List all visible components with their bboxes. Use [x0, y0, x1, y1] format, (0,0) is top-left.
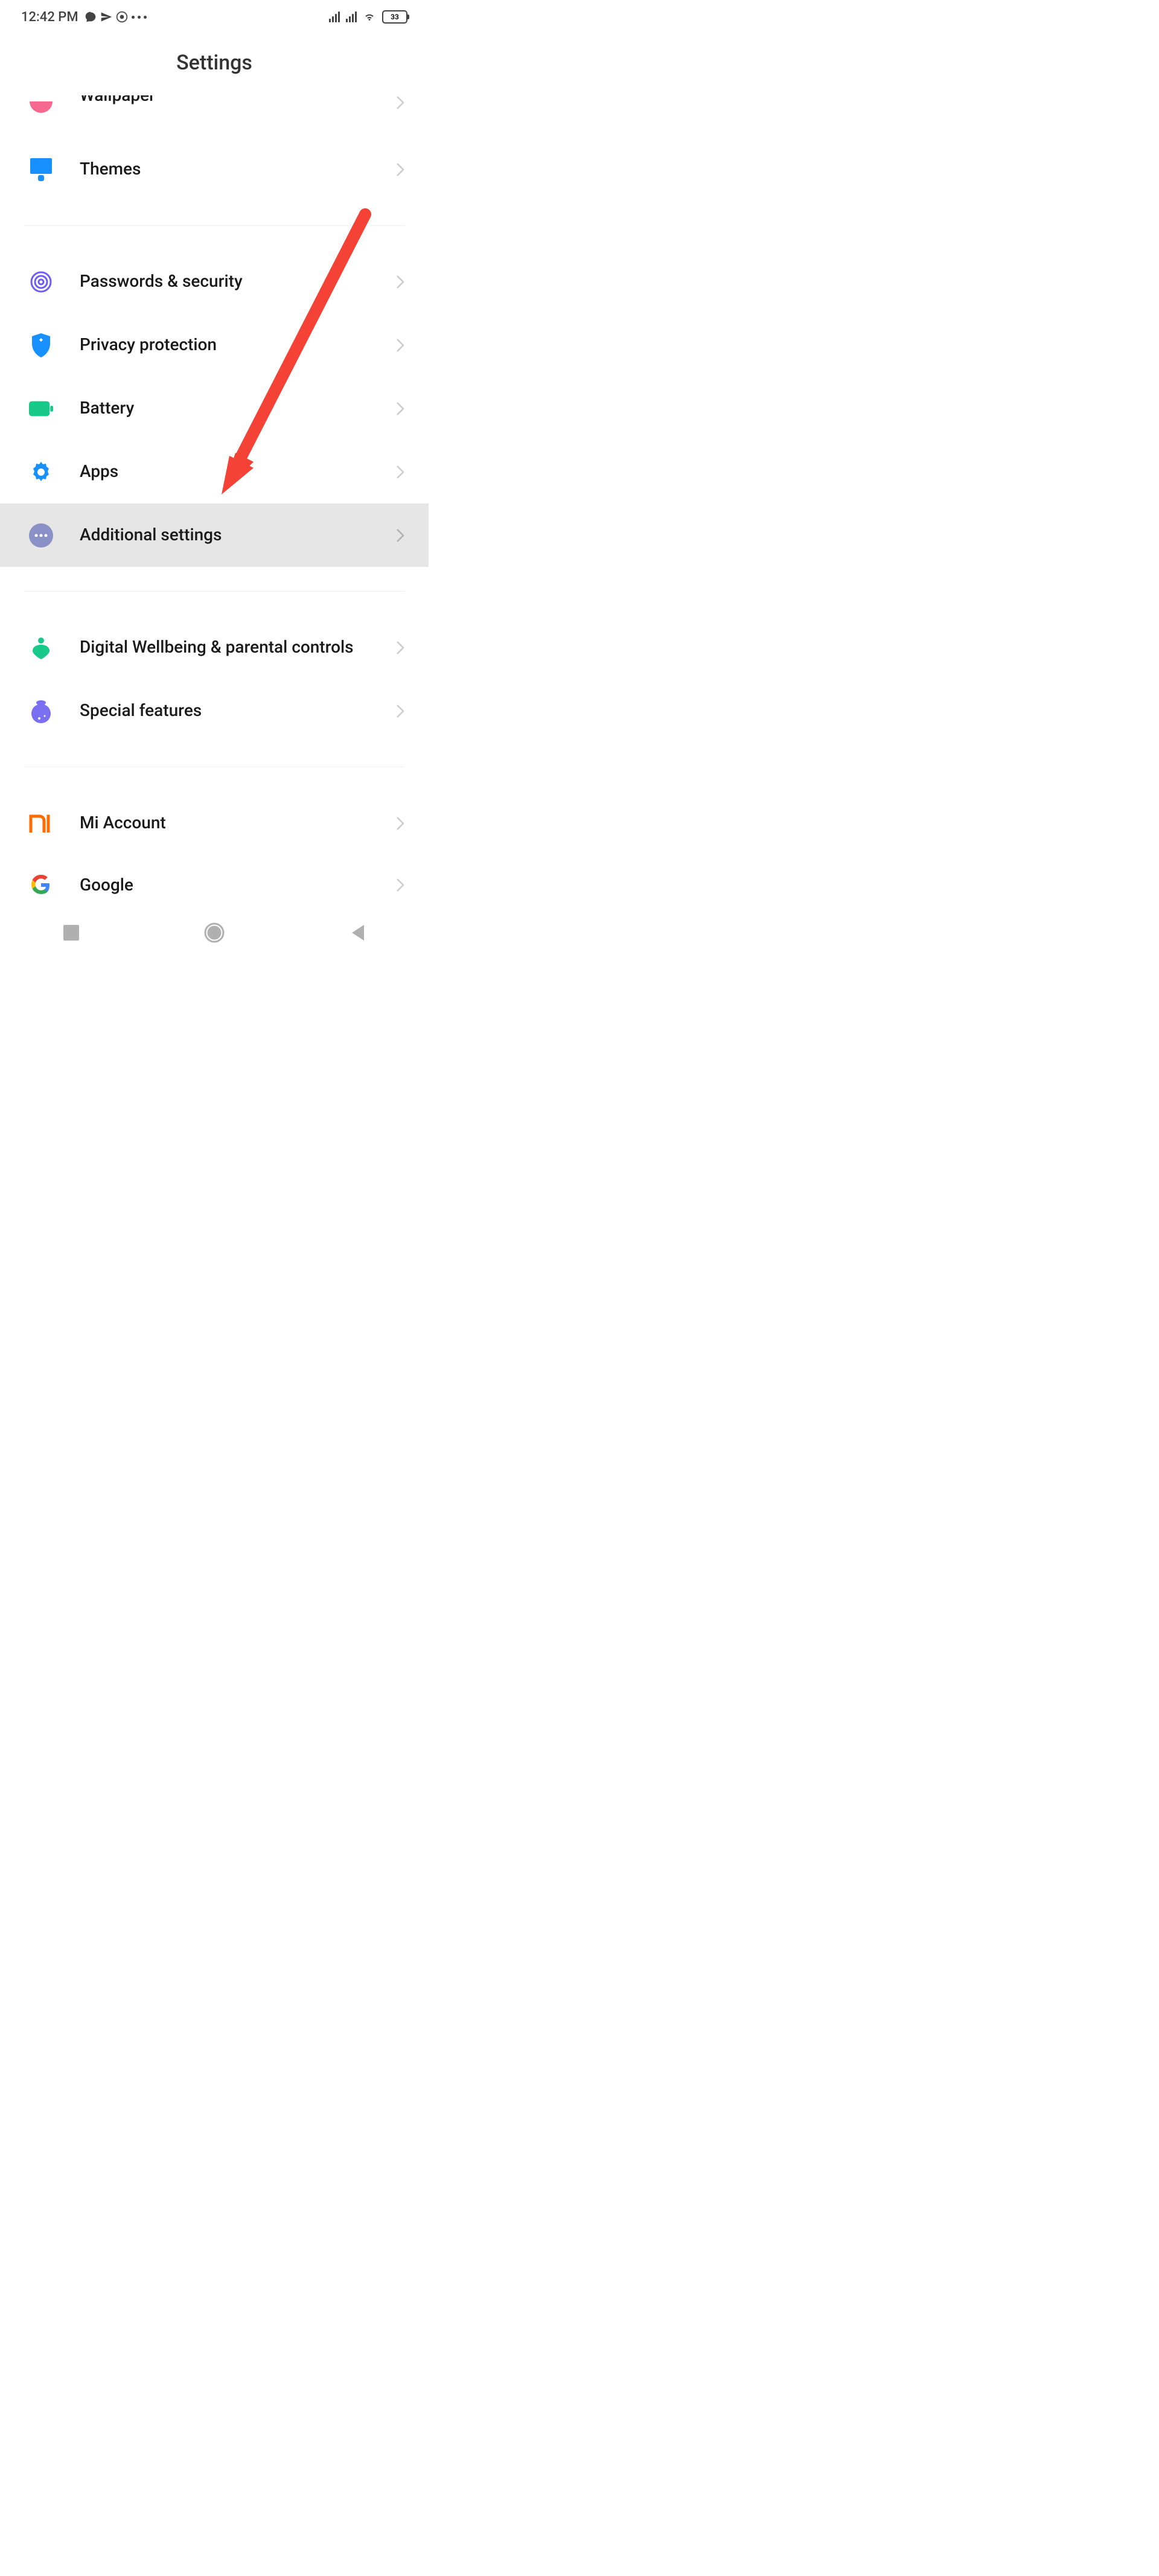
chat-notification-icon — [85, 11, 97, 23]
settings-list: Wallpaper Themes Passwords & security Pr… — [0, 95, 429, 897]
heart-person-icon — [29, 636, 53, 660]
page-title: Settings — [0, 34, 429, 95]
chevron-right-icon — [396, 816, 404, 831]
fingerprint-icon — [29, 270, 53, 294]
google-logo-icon — [29, 873, 53, 897]
settings-item-themes[interactable]: Themes — [0, 138, 429, 201]
battery-item-icon — [29, 397, 53, 421]
settings-item-miaccount[interactable]: Mi Account — [0, 791, 429, 855]
more-icon — [29, 523, 53, 548]
status-notification-icons — [85, 11, 147, 23]
settings-item-apps[interactable]: Apps — [0, 440, 429, 503]
settings-item-wallpaper[interactable]: Wallpaper — [0, 95, 429, 138]
settings-item-wellbeing[interactable]: Digital Wellbeing & parental controls — [0, 616, 429, 679]
chevron-right-icon — [396, 275, 404, 289]
status-bar-right: 33 — [329, 10, 407, 24]
status-bar-left: 12:42 PM — [21, 10, 147, 25]
settings-item-label: Passwords & security — [80, 270, 396, 292]
navigation-bar — [0, 912, 429, 954]
chevron-right-icon — [396, 641, 404, 655]
themes-icon — [29, 158, 53, 182]
shield-icon — [29, 333, 53, 357]
settings-item-privacy[interactable]: Privacy protection — [0, 313, 429, 377]
settings-item-label: Apps — [80, 461, 396, 482]
wifi-icon — [363, 11, 376, 22]
settings-item-special[interactable]: Special features — [0, 679, 429, 743]
battery-icon: 33 — [382, 10, 407, 24]
settings-item-label: Additional settings — [80, 524, 396, 546]
settings-item-google[interactable]: Google — [0, 855, 429, 897]
battery-level: 33 — [391, 13, 399, 21]
settings-item-label: Battery — [80, 397, 396, 419]
chevron-right-icon — [396, 528, 404, 543]
settings-item-label: Privacy protection — [80, 334, 396, 356]
gear-icon — [29, 460, 53, 484]
flask-icon — [29, 699, 53, 723]
chevron-right-icon — [396, 162, 404, 177]
chevron-right-icon — [396, 401, 404, 416]
settings-item-additional[interactable]: Additional settings — [0, 503, 429, 567]
settings-item-label: Mi Account — [80, 812, 396, 834]
settings-item-label: Google — [80, 874, 396, 896]
chevron-right-icon — [396, 704, 404, 718]
chevron-right-icon — [396, 338, 404, 353]
settings-item-label: Digital Wellbeing & parental controls — [80, 636, 396, 658]
chevron-right-icon — [396, 95, 404, 110]
chevron-right-icon — [396, 878, 404, 892]
chevron-right-icon — [396, 465, 404, 479]
settings-item-battery[interactable]: Battery — [0, 377, 429, 440]
nav-home-button[interactable] — [203, 922, 225, 944]
settings-item-passwords[interactable]: Passwords & security — [0, 250, 429, 313]
settings-item-label: Wallpaper — [80, 95, 396, 106]
settings-item-label: Special features — [80, 700, 396, 721]
chrome-notification-icon — [116, 11, 128, 23]
status-time: 12:42 PM — [21, 10, 78, 25]
signal-icon-1 — [329, 11, 340, 22]
mi-logo-icon — [29, 811, 53, 836]
send-notification-icon — [100, 11, 112, 23]
more-notifications-icon — [132, 16, 147, 19]
nav-back-button[interactable] — [346, 922, 368, 944]
signal-icon-2 — [346, 11, 357, 22]
settings-item-label: Themes — [80, 158, 396, 180]
wallpaper-icon — [29, 95, 53, 120]
nav-recent-button[interactable] — [60, 922, 82, 944]
status-bar: 12:42 PM 33 — [0, 0, 429, 34]
